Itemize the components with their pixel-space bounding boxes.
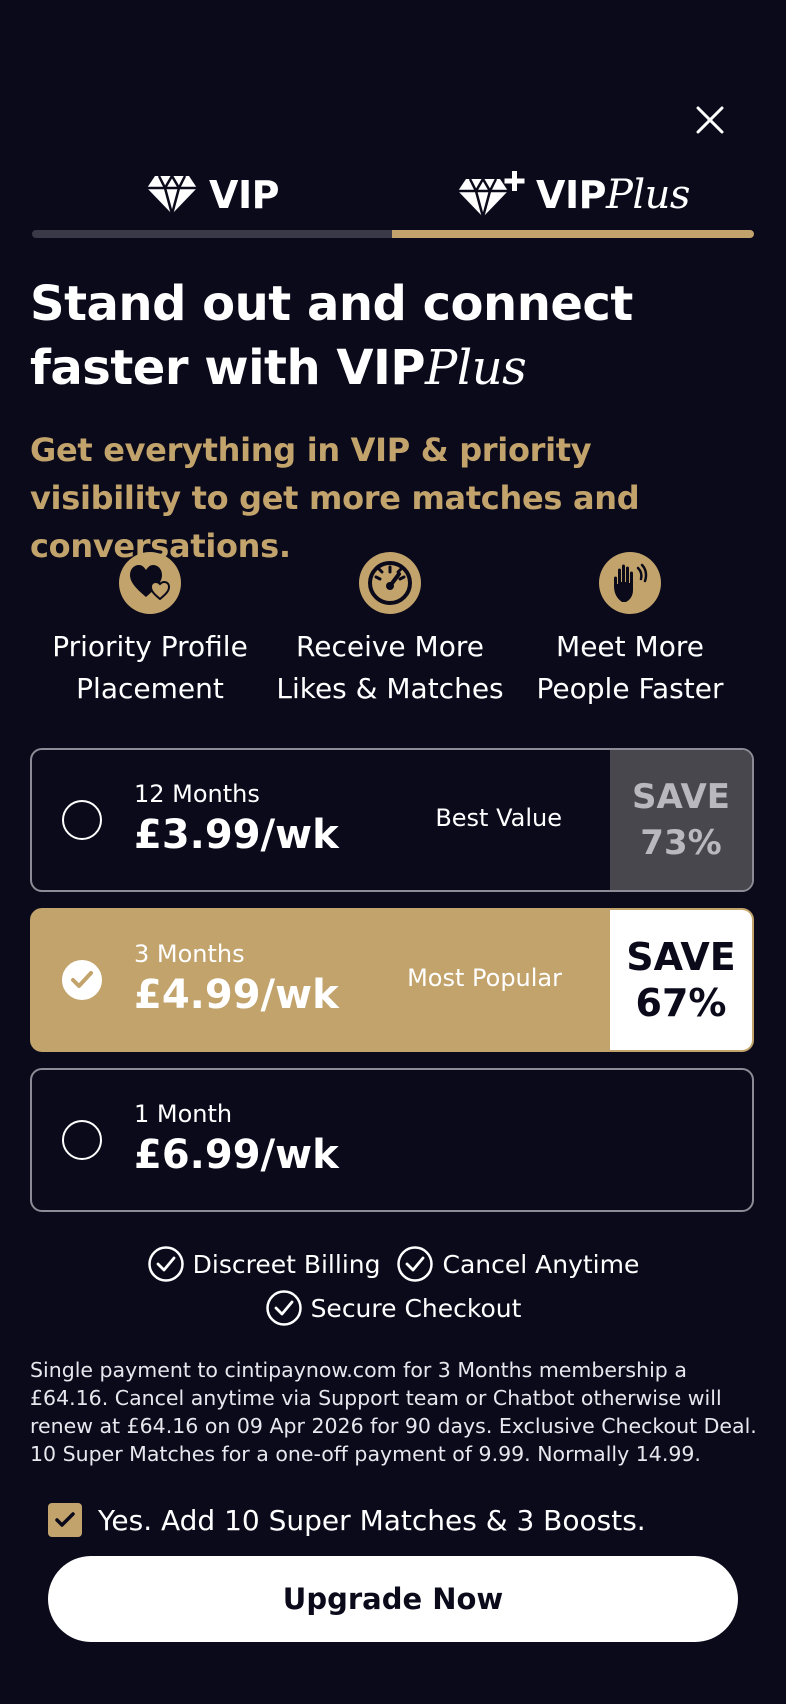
- checkmark-icon: [71, 971, 93, 988]
- badge-label: Discreet Billing: [192, 1249, 381, 1279]
- feature-list: Priority Profile Placement Receive More …: [30, 552, 756, 712]
- upgrade-now-button[interactable]: Upgrade Now: [48, 1556, 738, 1642]
- plan-radio-1-month[interactable]: [62, 1120, 102, 1160]
- tab-vip-label: VIP: [209, 173, 279, 217]
- feature-priority-profile: Priority Profile Placement: [30, 552, 270, 710]
- feature-more-likes-line1: Receive More: [296, 630, 484, 663]
- tab-vip[interactable]: VIP: [32, 160, 392, 230]
- diamond-icon: [147, 174, 198, 215]
- trust-badges-row2: Secure Checkout: [0, 1286, 786, 1330]
- addon-label: Yes. Add 10 Super Matches & 3 Boosts.: [98, 1503, 646, 1537]
- plan-duration: 12 Months: [134, 780, 260, 808]
- badge-secure-checkout: Secure Checkout: [265, 1289, 522, 1327]
- check-circle-icon: [147, 1246, 184, 1282]
- plan-save-value: 67%: [635, 981, 727, 1025]
- tab-vip-text: VIP: [209, 173, 279, 217]
- plan-option-12-months[interactable]: 12 Months £3.99/wk Best Value SAVE 73%: [30, 748, 754, 892]
- plan-price: £4.99/wk: [134, 972, 339, 1018]
- feature-priority-profile-line1: Priority Profile: [52, 630, 248, 663]
- feature-meet-faster: Meet More People Faster: [510, 552, 750, 710]
- close-button[interactable]: [690, 100, 730, 140]
- page-subtitle: Get everything in VIP & priority visibil…: [30, 431, 640, 565]
- plan-save-badge: SAVE 73%: [610, 750, 752, 890]
- plan-option-3-months[interactable]: 3 Months £4.99/wk Most Popular SAVE 67%: [30, 908, 754, 1052]
- page-title-line1: Stand out and connect: [30, 276, 633, 332]
- plan-tagline: Best Value: [435, 804, 562, 832]
- checkmark-icon: [55, 1512, 75, 1527]
- badge-label: Secure Checkout: [310, 1293, 522, 1323]
- plan-duration: 3 Months: [134, 940, 245, 968]
- speedometer-icon: [359, 552, 421, 614]
- feature-meet-faster-line1: Meet More: [556, 630, 704, 663]
- plan-save-value: 73%: [640, 823, 722, 863]
- trust-badges: Discreet Billing Cancel Anytime Secure C…: [0, 1242, 786, 1330]
- badge-label: Cancel Anytime: [442, 1249, 640, 1279]
- trust-badges-row1: Discreet Billing Cancel Anytime: [0, 1242, 786, 1286]
- page-title: Stand out and connect faster with VIPPlu…: [30, 272, 750, 400]
- tab-indicator-active: [392, 230, 754, 238]
- page-title-line2: faster with VIPPlus: [30, 336, 750, 400]
- check-circle-icon: [397, 1246, 434, 1282]
- close-icon: [696, 106, 724, 134]
- plan-option-1-month[interactable]: 1 Month £6.99/wk: [30, 1068, 754, 1212]
- plan-save-label: SAVE: [626, 935, 736, 979]
- tab-vip-plus-label: VIP Plus: [536, 172, 690, 218]
- feature-meet-faster-line2: People Faster: [536, 672, 724, 705]
- waving-hand-icon: [599, 552, 661, 614]
- plan-price: £3.99/wk: [134, 812, 339, 858]
- tab-vip-plus[interactable]: VIP Plus: [392, 160, 754, 230]
- addon-super-matches[interactable]: Yes. Add 10 Super Matches & 3 Boosts.: [48, 1500, 748, 1540]
- plan-save-label: SAVE: [631, 777, 731, 817]
- plan-tier-tabs: VIP VIP Plus: [32, 160, 754, 238]
- page-title-line2-plus: Plus: [425, 340, 527, 396]
- feature-more-likes: Receive More Likes & Matches: [270, 552, 510, 710]
- tab-indicator-inactive: [32, 230, 394, 238]
- billing-terms: Single payment to cintipaynow.com for 3 …: [30, 1358, 757, 1466]
- plan-duration: 1 Month: [134, 1100, 233, 1128]
- plan-price: £6.99/wk: [134, 1132, 339, 1178]
- diamond-plus-icon: [458, 171, 525, 218]
- feature-priority-profile-line2: Placement: [76, 672, 224, 705]
- plan-radio-12-months[interactable]: [62, 800, 102, 840]
- tab-vip-plus-text: VIP: [536, 173, 606, 217]
- addon-checkbox[interactable]: [48, 1503, 82, 1537]
- page-title-line2-prefix: faster with VIP: [30, 340, 426, 396]
- plan-radio-3-months[interactable]: [62, 960, 102, 1000]
- hearts-icon: [119, 552, 181, 614]
- plan-save-badge: SAVE 67%: [610, 910, 752, 1050]
- badge-discreet-billing: Discreet Billing: [147, 1245, 381, 1283]
- plan-tagline: Most Popular: [407, 964, 562, 992]
- badge-cancel-anytime: Cancel Anytime: [396, 1245, 639, 1283]
- tab-vip-plus-suffix: Plus: [605, 172, 691, 218]
- feature-more-likes-line2: Likes & Matches: [276, 672, 504, 705]
- check-circle-icon: [265, 1290, 302, 1326]
